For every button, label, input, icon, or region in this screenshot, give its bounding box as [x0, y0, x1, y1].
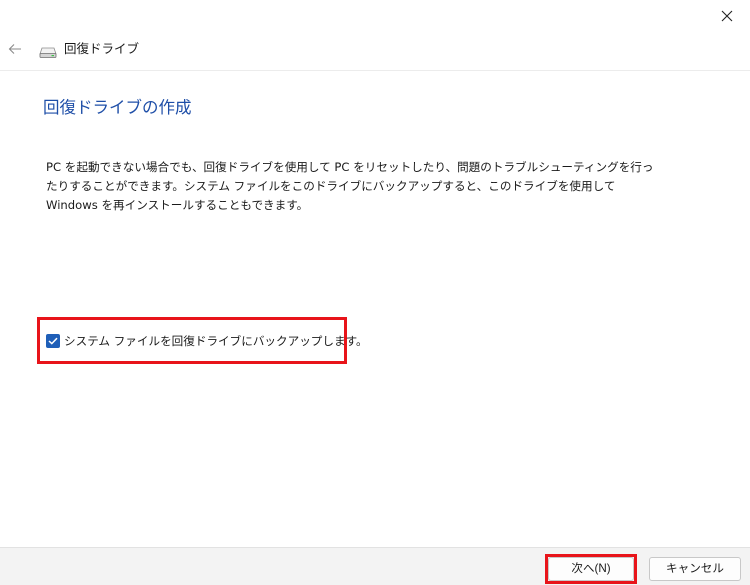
title-bar	[0, 0, 750, 32]
checkmark-icon	[48, 337, 58, 345]
page-heading: 回復ドライブの作成	[43, 98, 192, 117]
close-button[interactable]	[704, 0, 750, 32]
navigation-bar: 回復ドライブ	[0, 33, 750, 67]
footer-bar: 次へ(N) キャンセル	[0, 547, 750, 585]
description-text: PC を起動できない場合でも、回復ドライブを使用して PC をリセットしたり、問…	[46, 160, 654, 212]
backup-system-files-label: システム ファイルを回復ドライブにバックアップします。	[64, 334, 368, 348]
drive-icon	[39, 47, 57, 58]
recovery-drive-window: 回復ドライブ 回復ドライブの作成 PC を起動できない場合でも、回復ドライブを使…	[0, 0, 750, 585]
backup-system-files-checkbox[interactable]	[46, 334, 60, 348]
backup-system-files-option[interactable]: システム ファイルを回復ドライブにバックアップします。	[46, 332, 368, 350]
close-icon	[721, 10, 733, 22]
nav-title: 回復ドライブ	[64, 41, 140, 56]
arrow-left-icon	[8, 44, 21, 54]
nav-divider	[0, 70, 750, 71]
back-button[interactable]	[4, 39, 26, 59]
cancel-button[interactable]: キャンセル	[649, 557, 741, 581]
next-button[interactable]: 次へ(N)	[548, 557, 634, 581]
